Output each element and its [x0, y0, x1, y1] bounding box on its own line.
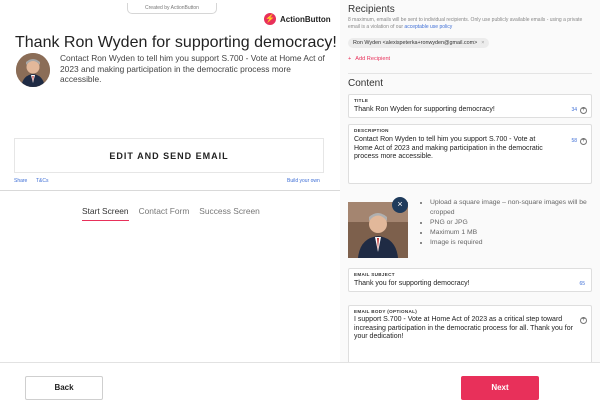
terms-link[interactable]: T&Cs [36, 178, 49, 184]
action-builder: Created by ActionButton ⚡ ActionButton T… [0, 0, 600, 400]
divider [348, 73, 592, 74]
plus-circle-icon[interactable]: + [580, 107, 587, 114]
recipients-note: 8 maximum, emails will be sent to indivi… [348, 17, 592, 31]
content-heading: Content [348, 78, 384, 89]
preview-tabs: Start Screen Contact Form Success Screen [82, 206, 260, 221]
plus-circle-icon[interactable]: + [580, 317, 587, 324]
list-item: Upload a square image – non-square image… [430, 198, 590, 218]
divider [0, 190, 340, 191]
title-label: TITLE [354, 98, 369, 103]
description-field[interactable]: DESCRIPTION Contact Ron Wyden to tell hi… [348, 124, 592, 184]
photo-requirements: Upload a square image – non-square image… [420, 198, 590, 248]
list-item: Maximum 1 MB [430, 228, 590, 238]
add-recipient-label: Add Recipient [355, 56, 391, 62]
settings-pane: Recipients 8 maximum, emails will be sen… [340, 0, 600, 362]
email-subject-label: EMAIL SUBJECT [354, 272, 395, 277]
tab-success-screen[interactable]: Success Screen [199, 206, 260, 221]
description-label: DESCRIPTION [354, 128, 389, 133]
description-input[interactable]: Contact Ron Wyden to tell him you suppor… [354, 136, 554, 162]
created-by-badge: Created by ActionButton [127, 3, 217, 14]
tab-start-screen[interactable]: Start Screen [82, 206, 129, 221]
preview-title: Thank Ron Wyden for supporting democracy… [15, 34, 337, 51]
email-body-label: EMAIL BODY (OPTIONAL) [354, 309, 418, 314]
next-button[interactable]: Next [461, 376, 539, 400]
email-subject-char-count: 65 [579, 281, 585, 287]
build-your-own-link[interactable]: Build your own [287, 178, 320, 184]
avatar [16, 53, 50, 87]
plus-circle-icon[interactable]: + [580, 138, 587, 145]
remove-recipient-icon[interactable]: × [481, 38, 484, 48]
recipient-chip: Ron Wyden <alexispeterka+ronwyden@gmail.… [348, 38, 490, 48]
back-button[interactable]: Back [25, 376, 103, 400]
email-body-field[interactable]: EMAIL BODY (OPTIONAL) I support S.700 - … [348, 305, 592, 362]
list-item: Image is required [430, 238, 590, 248]
recipients-note-text: 8 maximum, emails will be sent to indivi… [348, 17, 583, 30]
recipient-chip-label: Ron Wyden <alexispeterka+ronwyden@gmail.… [353, 40, 478, 46]
plus-icon: + [348, 56, 352, 62]
title-field[interactable]: TITLE Thank Ron Wyden for supporting dem… [348, 94, 592, 118]
add-recipient-button[interactable]: + Add Recipient [348, 56, 390, 62]
close-icon[interactable]: × [392, 197, 408, 213]
title-char-count: 34 [571, 107, 577, 113]
email-subject-input[interactable]: Thank you for supporting democracy! [354, 280, 470, 289]
lightning-bolt-icon: ⚡ [264, 13, 276, 25]
footer: Back Next [0, 362, 600, 400]
brand-logo: ⚡ ActionButton [264, 12, 331, 26]
acceptable-use-policy-link[interactable]: acceptable use policy [404, 24, 452, 30]
edit-and-send-email-button[interactable]: EDIT AND SEND EMAIL [14, 138, 324, 173]
description-char-count: 58 [571, 138, 577, 144]
title-input[interactable]: Thank Ron Wyden for supporting democracy… [354, 106, 495, 115]
email-subject-field[interactable]: EMAIL SUBJECT Thank you for supporting d… [348, 268, 592, 292]
tab-contact-form[interactable]: Contact Form [139, 206, 190, 221]
brand-name: ActionButton [280, 14, 331, 24]
email-body-input[interactable]: I support S.700 - Vote at Home Act of 20… [354, 316, 574, 342]
list-item: PNG or JPG [430, 218, 590, 228]
share-link[interactable]: Share [14, 178, 27, 184]
preview-description: Contact Ron Wyden to tell him you suppor… [60, 53, 325, 85]
preview-pane: Created by ActionButton ⚡ ActionButton T… [0, 0, 340, 362]
recipients-heading: Recipients [348, 4, 395, 15]
